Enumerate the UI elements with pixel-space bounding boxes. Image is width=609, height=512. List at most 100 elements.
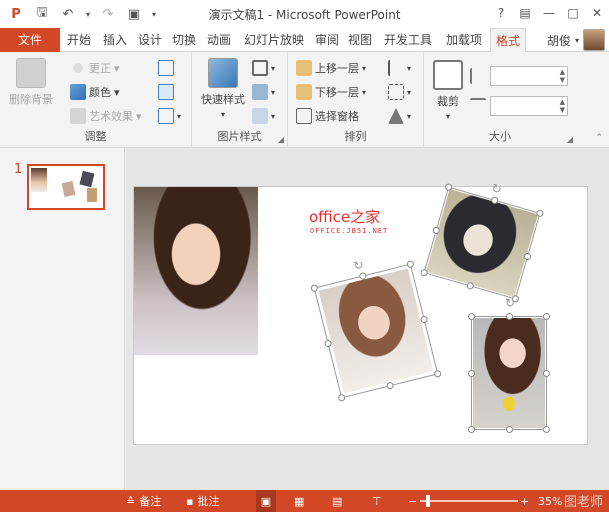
normal-view-button[interactable]: ▣ [256, 490, 276, 512]
picture-effects-icon [252, 84, 268, 100]
tab-slideshow[interactable]: 幻灯片放映 [238, 28, 310, 52]
slide-subtitle: OFFICE.JB51.NET [310, 227, 389, 235]
send-backward-label: 下移一层 [315, 86, 359, 99]
picture-layout-icon [252, 108, 268, 124]
height-input[interactable]: ▲ ▼ [490, 66, 568, 86]
group-picture-styles: 快速样式 ▾ ▾ ▾ ▾ 图片样式 ◢ [192, 52, 288, 148]
reading-view-button[interactable]: ▤ [332, 490, 342, 512]
spinner-icon[interactable]: ▲ ▼ [560, 98, 565, 114]
send-backward-icon [296, 84, 312, 100]
picture-effects-button[interactable]: ▾ [252, 84, 275, 100]
ribbon-tabs: 文件 开始 插入 设计 切换 动画 幻灯片放映 审阅 视图 开发工具 加载项 格… [0, 28, 609, 53]
group-size: 裁剪 ▾ ▲ ▼ ▲ ▼ 大小 ◢ [424, 52, 576, 148]
resize-handle[interactable] [543, 426, 550, 433]
group-objects-button[interactable]: ▾ [388, 84, 411, 100]
slide-number: 1 [14, 162, 23, 177]
tab-home[interactable]: 开始 [62, 28, 96, 52]
notes-icon: ≙ [126, 494, 136, 508]
zoom-in-button[interactable]: + [520, 490, 529, 512]
quick-styles-label: 快速样式 [201, 93, 245, 106]
reset-picture-button[interactable]: ▾ [158, 108, 181, 124]
dialog-launcher-icon[interactable]: ◢ [278, 135, 284, 144]
group-objects-icon [388, 84, 404, 100]
crop-icon [433, 60, 463, 90]
tab-animations[interactable]: 动画 [202, 28, 236, 52]
title-bar: P 🖫 ↶ ▾ ↷ ▣ ▾ 演示文稿1 - Microsoft PowerPoi… [0, 0, 609, 28]
resize-handle[interactable] [468, 370, 475, 377]
group-adjust: 删除背景 更正 ▾ 颜色 ▾ 艺术效果 ▾ ▾ 调整 [0, 52, 192, 148]
tab-view[interactable]: 视图 [344, 28, 376, 52]
width-input[interactable]: ▲ ▼ [490, 96, 568, 116]
tab-design[interactable]: 设计 [134, 28, 166, 52]
selection-pane-button[interactable]: 选择窗格 [296, 108, 359, 124]
color-button[interactable]: 颜色 ▾ [70, 84, 120, 100]
remove-background-button[interactable]: 删除背景 [6, 58, 56, 107]
bring-forward-button[interactable]: 上移一层 ▾ [296, 60, 366, 76]
tab-transitions[interactable]: 切换 [168, 28, 200, 52]
corrections-button[interactable]: 更正 ▾ [70, 60, 120, 76]
selection-pane-label: 选择窗格 [315, 110, 359, 123]
compress-pictures-button[interactable] [158, 60, 174, 76]
corrections-label: 更正 [89, 62, 111, 75]
comments-button[interactable]: ▪ 批注 [186, 490, 219, 512]
user-account[interactable]: 胡俊 ▾ [547, 29, 605, 51]
align-button[interactable]: ▾ [388, 60, 411, 76]
quick-styles-button[interactable]: 快速样式 ▾ [198, 58, 248, 119]
crop-button[interactable]: 裁剪 ▾ [432, 60, 464, 121]
spinner-icon[interactable]: ▲ ▼ [560, 68, 565, 84]
zoom-slider-thumb[interactable] [426, 495, 430, 507]
resize-handle[interactable] [468, 313, 475, 320]
selection-outline [471, 316, 547, 430]
notes-label: 备注 [139, 495, 162, 508]
rotation-handle-icon[interactable]: ↻ [505, 296, 515, 310]
user-name: 胡俊 [546, 33, 571, 48]
zoom-slider[interactable] [420, 500, 518, 502]
resize-handle[interactable] [543, 313, 550, 320]
group-adjust-label: 调整 [84, 130, 107, 143]
slide-thumbnail[interactable] [27, 164, 105, 210]
artistic-effects-button[interactable]: 艺术效果 ▾ [70, 108, 142, 124]
status-bar: ≙ 备注 ▪ 批注 ▣ ▦ ▤ ⊤ − + 35% 图老师 [0, 490, 609, 512]
tab-format[interactable]: 格式 [490, 28, 526, 53]
dialog-launcher-icon[interactable]: ◢ [567, 135, 573, 144]
maximize-button[interactable]: □ [561, 0, 585, 26]
photo-girl-1[interactable] [134, 187, 258, 355]
notes-button[interactable]: ≙ 备注 [126, 490, 161, 512]
close-button[interactable]: ✕ [585, 0, 609, 26]
picture-border-button[interactable]: ▾ [252, 60, 275, 76]
photo-frame-4[interactable]: ↻ [468, 296, 550, 433]
change-picture-button[interactable] [158, 84, 174, 100]
minimize-button[interactable]: — [537, 0, 561, 26]
slide-title: office之家 [309, 208, 381, 226]
collapse-ribbon-icon[interactable]: ⌃ [595, 133, 603, 143]
bring-forward-label: 上移一层 [315, 62, 359, 75]
zoom-level[interactable]: 35% [538, 490, 562, 512]
thumbnail-photo [87, 188, 97, 202]
tab-file[interactable]: 文件 [0, 28, 60, 52]
picture-layout-button[interactable]: ▾ [252, 108, 275, 124]
rotate-button[interactable]: ▾ [388, 108, 411, 124]
selection-pane-icon [296, 108, 312, 124]
slide-thumbnail-pane: 1 [0, 148, 125, 490]
bring-forward-icon [296, 60, 312, 76]
tab-review[interactable]: 审阅 [312, 28, 342, 52]
zoom-out-button[interactable]: − [408, 490, 417, 512]
help-button[interactable]: ? [489, 0, 513, 26]
resize-handle[interactable] [543, 370, 550, 377]
tab-addins[interactable]: 加载项 [440, 28, 488, 52]
resize-handle[interactable] [468, 426, 475, 433]
tab-developer[interactable]: 开发工具 [378, 28, 438, 52]
send-backward-button[interactable]: 下移一层 ▾ [296, 84, 366, 100]
remove-background-label: 删除背景 [9, 93, 53, 106]
resize-handle[interactable] [506, 426, 513, 433]
slideshow-button[interactable]: ⊤ [372, 490, 382, 512]
align-icon [388, 60, 404, 76]
remove-background-icon [16, 58, 46, 88]
slide-sorter-button[interactable]: ▦ [294, 490, 304, 512]
group-arrange: 上移一层 ▾ 下移一层 ▾ 选择窗格 ▾ ▾ ▾ 排列 [288, 52, 424, 148]
resize-handle[interactable] [506, 313, 513, 320]
ribbon-display-options-icon[interactable]: ▤ [513, 0, 537, 26]
height-icon [470, 68, 486, 84]
tab-insert[interactable]: 插入 [98, 28, 132, 52]
width-icon [470, 98, 486, 114]
